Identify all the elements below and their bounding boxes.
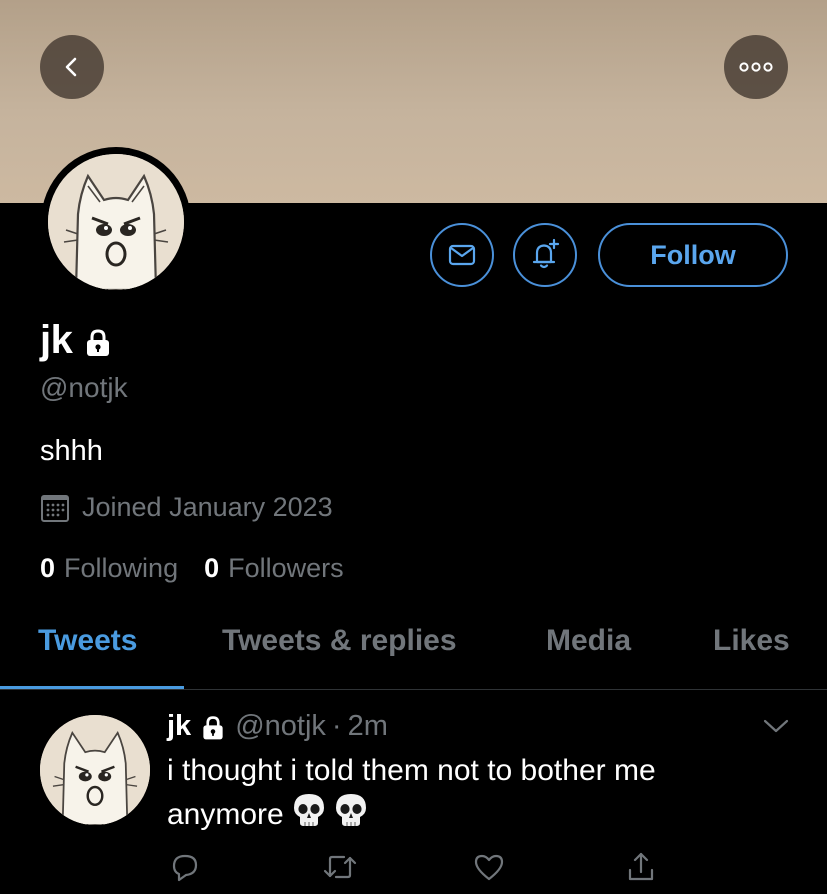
calendar-icon <box>41 494 69 522</box>
profile-name: jk <box>40 318 73 362</box>
tweet-text-word: anymore <box>167 797 284 831</box>
bell-plus-icon <box>532 238 560 269</box>
lock-icon <box>87 328 110 356</box>
chevron-left-icon <box>65 57 77 77</box>
mail-icon <box>448 244 476 266</box>
following-label[interactable]: Following <box>64 553 178 584</box>
joined-date: Joined January 2023 <box>82 492 333 522</box>
tweet-text-line: anymore <box>167 792 787 840</box>
more-horizontal-icon <box>739 62 773 72</box>
tweet-header: jk @notjk · 2m <box>167 710 388 743</box>
tweet[interactable]: jk @notjk · 2m i thought i told them not… <box>0 690 827 894</box>
following-count[interactable]: 0 <box>40 553 55 584</box>
tweet-author-name[interactable]: jk <box>167 710 191 743</box>
tab-likes[interactable]: Likes <box>713 624 790 658</box>
tweet-text-line: i thought i told them not to bother me <box>167 754 656 787</box>
profile-avatar[interactable] <box>41 147 191 297</box>
tab-tweets[interactable]: Tweets <box>38 624 137 658</box>
lock-icon <box>203 715 223 739</box>
chevron-down-icon[interactable] <box>763 718 789 734</box>
more-options-button[interactable] <box>724 35 788 99</box>
follow-counts: 0 Following 0 Followers <box>40 553 344 584</box>
tab-media[interactable]: Media <box>546 624 631 658</box>
follow-button[interactable]: Follow <box>598 223 788 287</box>
reply-icon[interactable] <box>168 850 202 884</box>
profile-bio: shhh <box>40 435 103 467</box>
tweet-separator: · <box>331 710 342 742</box>
tweet-text: i thought i told them not to bother me a… <box>167 750 787 840</box>
notifications-button[interactable] <box>513 223 577 287</box>
back-button[interactable] <box>40 35 104 99</box>
retweet-icon[interactable] <box>322 850 358 884</box>
message-button[interactable] <box>430 223 494 287</box>
tab-tweets-replies[interactable]: Tweets & replies <box>222 624 457 658</box>
tweet-author-handle[interactable]: @notjk <box>235 710 326 743</box>
followers-label[interactable]: Followers <box>228 553 344 584</box>
profile-tabs: Tweets Tweets & replies Media Likes <box>0 600 827 690</box>
profile-name-row: jk <box>40 318 114 363</box>
joined-date-row: Joined January 2023 <box>40 492 333 523</box>
followers-count[interactable]: 0 <box>204 553 219 584</box>
skull-emoji-icon <box>334 792 368 840</box>
like-icon[interactable] <box>472 850 506 884</box>
tweet-avatar[interactable] <box>40 715 150 825</box>
profile-handle: @notjk <box>40 372 128 403</box>
skull-emoji-icon <box>292 792 326 840</box>
avatar-image <box>48 154 184 290</box>
tweet-timestamp[interactable]: 2m <box>348 710 388 743</box>
share-icon[interactable] <box>624 850 658 884</box>
